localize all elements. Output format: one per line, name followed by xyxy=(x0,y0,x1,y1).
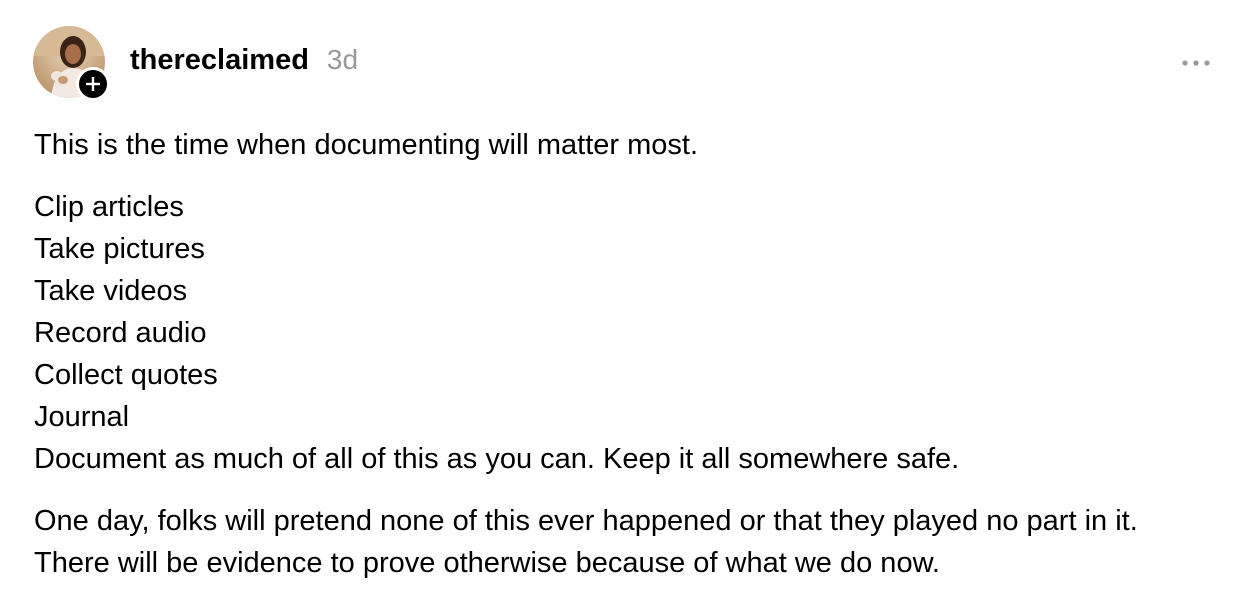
post-timestamp[interactable]: 3d xyxy=(327,44,358,76)
post-text-line: Collect quotes xyxy=(34,359,218,391)
post-text-line: Record audio xyxy=(34,317,207,349)
post-text-line: There will be evidence to prove otherwis… xyxy=(34,547,940,579)
post-text-line: Document as much of all of this as you c… xyxy=(34,443,960,475)
post-paragraph: One day, folks will pretend none of this… xyxy=(34,500,1234,584)
post-text-line: This is the time when documenting will m… xyxy=(34,129,699,161)
post-body: This is the time when documenting will m… xyxy=(34,124,1234,604)
post-paragraph: This is the time when documenting will m… xyxy=(34,124,1234,166)
plus-icon xyxy=(86,77,100,91)
post-header: thereclaimed 3d xyxy=(130,44,358,82)
post-text-line: Journal xyxy=(34,401,130,433)
post-card: thereclaimed 3d This is the time when do… xyxy=(0,0,1248,604)
more-options-button[interactable] xyxy=(1176,50,1216,76)
avatar-container xyxy=(33,26,110,101)
more-options-icon xyxy=(1182,60,1210,66)
post-text-line: Take videos xyxy=(34,275,188,307)
post-text-line: One day, folks will pretend none of this… xyxy=(34,505,1138,537)
username-link[interactable]: thereclaimed xyxy=(130,44,309,77)
post-text-line: Take pictures xyxy=(34,233,205,265)
post-paragraph: Clip articles Take pictures Take videos … xyxy=(34,186,1234,480)
follow-button[interactable] xyxy=(76,67,110,101)
post-text-line: Clip articles xyxy=(34,191,184,223)
